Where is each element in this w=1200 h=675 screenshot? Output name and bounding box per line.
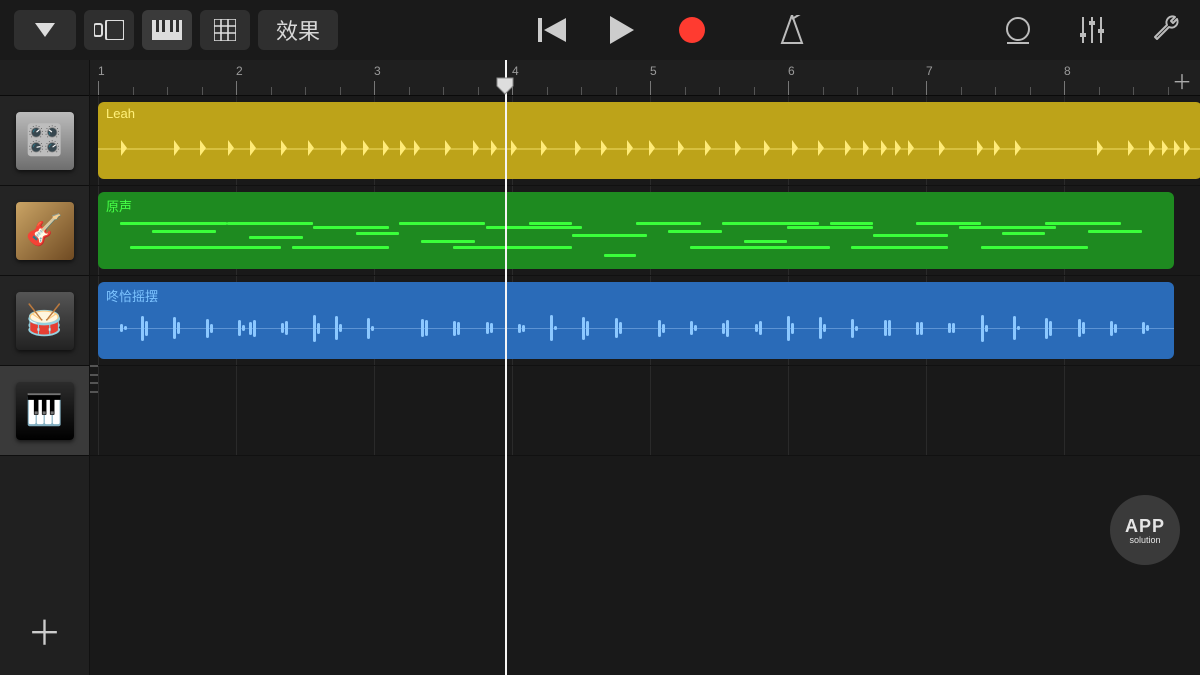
- lane-acoustic-guitar[interactable]: 原声: [90, 186, 1200, 276]
- rewind-icon: [538, 18, 566, 42]
- track-lanes: Leah 原声咚恰摇摆: [90, 96, 1200, 456]
- lane-drums[interactable]: 咚恰摇摆: [90, 276, 1200, 366]
- toolbar: 效果: [0, 0, 1200, 60]
- drumkit-icon: 🥁: [16, 292, 74, 350]
- ruler-bar-label: 8: [1064, 64, 1071, 78]
- my-songs-button[interactable]: [14, 10, 76, 50]
- watermark-sub: solution: [1129, 535, 1160, 545]
- watermark-main: APP: [1125, 516, 1165, 537]
- panel-resize-grip[interactable]: [90, 365, 98, 393]
- play-icon: [610, 16, 634, 44]
- track-header-drum-machine[interactable]: 🎛️: [0, 96, 89, 186]
- track-header-column: 🎛️ 🎸 🥁 🎹 ＋: [0, 60, 90, 675]
- track-header-guitar[interactable]: 🎸: [0, 186, 89, 276]
- playhead[interactable]: [505, 60, 507, 675]
- ruler-bar-label: 7: [926, 64, 933, 78]
- lane-piano[interactable]: [90, 366, 1200, 456]
- notes-icon: [94, 20, 124, 40]
- add-track-button[interactable]: ＋: [0, 585, 89, 675]
- view-grid-button[interactable]: [200, 10, 250, 50]
- record-icon: [679, 17, 705, 43]
- view-notes-button[interactable]: [84, 10, 134, 50]
- view-tracks-button[interactable]: [142, 10, 192, 50]
- region-drums[interactable]: 咚恰摇摆: [98, 282, 1174, 359]
- timeline-area[interactable]: ＋ 12345678 Leah原声咚恰摇摆: [90, 60, 1200, 675]
- sliders-icon: [1077, 15, 1107, 45]
- rewind-button[interactable]: [532, 10, 572, 50]
- drum-machine-icon: 🎛️: [16, 112, 74, 170]
- piano-icon: 🎹: [16, 382, 74, 440]
- ruler-bar-label: 5: [650, 64, 657, 78]
- fx-label: 效果: [276, 14, 320, 46]
- plus-icon: ＋: [28, 606, 62, 655]
- grid-icon: [214, 19, 236, 41]
- play-button[interactable]: [602, 10, 642, 50]
- fx-button[interactable]: 效果: [258, 10, 338, 50]
- ruler-bar-label: 3: [374, 64, 381, 78]
- metronome-icon: [778, 15, 806, 45]
- ruler-bar-label: 1: [98, 64, 105, 78]
- playhead-handle-icon: [495, 76, 515, 96]
- chevron-down-icon: [35, 23, 55, 37]
- settings-button[interactable]: [1146, 10, 1186, 50]
- workspace: 🎛️ 🎸 🥁 🎹 ＋ ＋ 12345678: [0, 60, 1200, 675]
- mixer-button[interactable]: [1072, 10, 1112, 50]
- ruler[interactable]: ＋ 12345678: [90, 60, 1200, 96]
- plus-icon: ＋: [1172, 72, 1192, 94]
- loop-icon: [1003, 15, 1033, 45]
- ruler-bar-label: 6: [788, 64, 795, 78]
- wrench-icon: [1151, 15, 1181, 45]
- region-label: Leah: [106, 106, 135, 121]
- add-marker-button[interactable]: ＋: [1172, 66, 1192, 95]
- lane-drum-machine[interactable]: Leah: [90, 96, 1200, 186]
- watermark: APP solution: [1110, 495, 1180, 565]
- track-header-drums[interactable]: 🥁: [0, 276, 89, 366]
- playhead-handle[interactable]: [495, 76, 515, 101]
- region-label: 咚恰摇摆: [106, 286, 158, 305]
- guitar-icon: 🎸: [16, 202, 74, 260]
- ruler-bar-label: 2: [236, 64, 243, 78]
- region-drum-machine[interactable]: Leah: [98, 102, 1200, 179]
- region-label: 原声: [106, 196, 132, 215]
- piano-keys-icon: [152, 20, 182, 40]
- metronome-button[interactable]: [772, 10, 812, 50]
- record-button[interactable]: [672, 10, 712, 50]
- loop-button[interactable]: [998, 10, 1038, 50]
- region-acoustic-guitar[interactable]: 原声: [98, 192, 1174, 269]
- track-header-piano[interactable]: 🎹: [0, 366, 89, 456]
